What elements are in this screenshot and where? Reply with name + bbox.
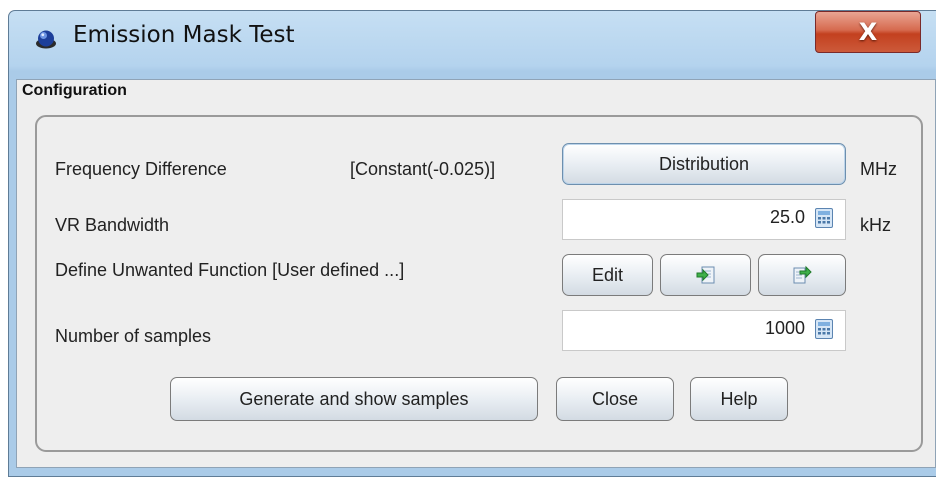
edit-button[interactable]: Edit xyxy=(562,254,653,296)
group-title: Configuration xyxy=(22,82,127,99)
import-icon xyxy=(696,266,714,284)
vr-bandwidth-unit: kHz xyxy=(860,215,891,235)
number-of-samples-label: Number of samples xyxy=(55,326,212,346)
export-button[interactable] xyxy=(758,254,846,296)
generate-samples-button[interactable]: Generate and show samples xyxy=(170,377,538,421)
close-icon: X xyxy=(858,18,878,46)
app-icon xyxy=(36,30,56,49)
distribution-button[interactable]: Distribution xyxy=(562,143,846,185)
vr-bandwidth-field[interactable]: 25.0 xyxy=(562,199,846,240)
number-of-samples-value: 1000 xyxy=(764,318,805,338)
unwanted-function-label: Define Unwanted Function [User defined .… xyxy=(55,260,405,280)
vr-bandwidth-label: VR Bandwidth xyxy=(55,215,170,235)
help-button[interactable]: Help xyxy=(690,377,788,421)
number-of-samples-field[interactable]: 1000 xyxy=(562,310,846,351)
import-button[interactable] xyxy=(660,254,751,296)
frequency-difference-value: [Constant(-0.025)] xyxy=(350,159,496,179)
close-button[interactable]: Close xyxy=(556,377,674,421)
frequency-unit: MHz xyxy=(860,159,897,179)
window-close-button[interactable]: X xyxy=(815,11,921,53)
window-title: Emission Mask Test xyxy=(73,22,295,48)
vr-bandwidth-value: 25.0 xyxy=(769,207,805,227)
frequency-difference-label: Frequency Difference xyxy=(55,159,227,179)
calculator-icon[interactable] xyxy=(815,208,833,228)
calculator-icon[interactable] xyxy=(815,319,833,339)
export-icon xyxy=(793,265,812,284)
